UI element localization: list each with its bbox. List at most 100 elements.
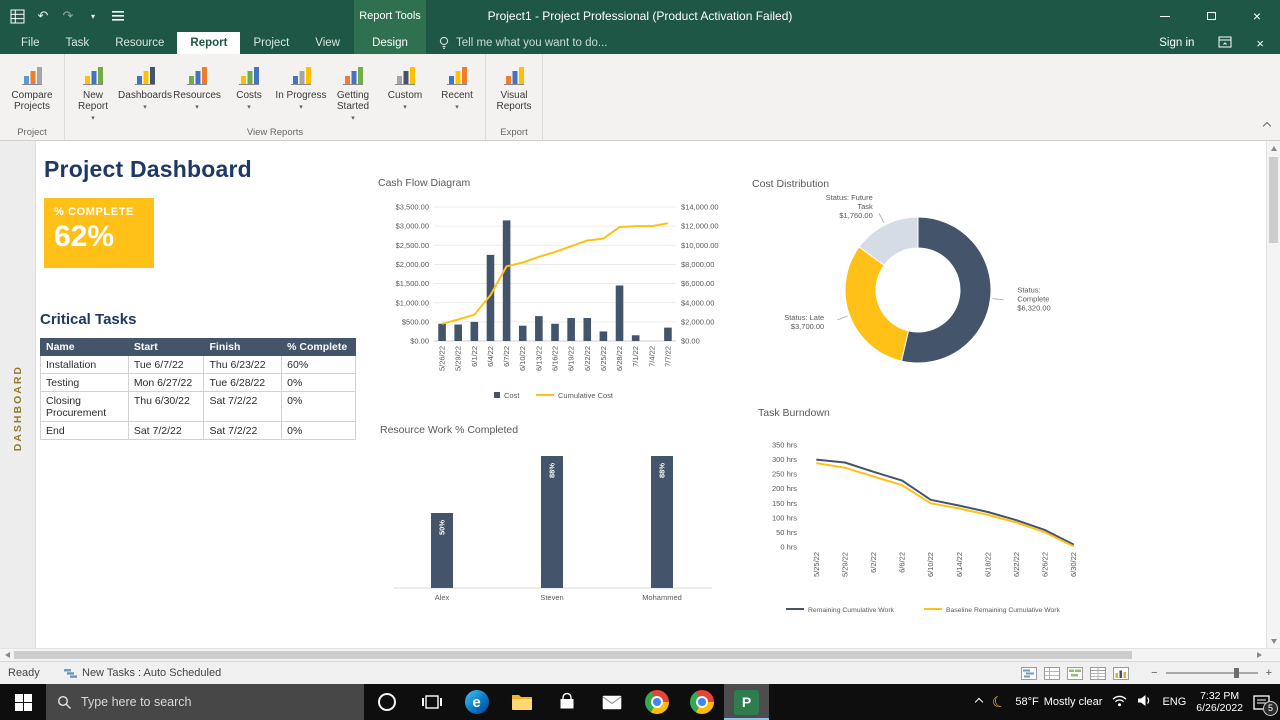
chevron-down-icon[interactable]: ▾ (86, 8, 100, 24)
taskbar-search[interactable] (46, 684, 364, 720)
gantt-chart-view-icon[interactable] (1020, 665, 1038, 681)
undo-icon[interactable]: ↶ (36, 8, 50, 24)
vertical-scroll-thumb[interactable] (1269, 157, 1278, 243)
tab-project[interactable]: Project (240, 32, 302, 54)
critical-tasks-table[interactable]: Name Start Finish% Complete Installation Tu… (40, 338, 356, 440)
resource-work-chart[interactable]: Resource Work % Completed 50% Alex 88% Stev… (378, 424, 724, 627)
close-ribbon-icon[interactable]: × (1256, 36, 1264, 51)
svg-text:6/4/22: 6/4/22 (486, 346, 495, 367)
scroll-right-icon[interactable] (1252, 649, 1266, 661)
taskbar-app-project[interactable] (724, 684, 769, 720)
taskbar-clock[interactable]: 7:32 PM 6/26/2022 (1196, 690, 1243, 715)
ribbon-button-visual-reports[interactable]: Visual Reports (488, 57, 540, 119)
app-icon[interactable] (10, 8, 25, 24)
ribbon-button-new-report[interactable]: New Report ▾ (67, 57, 119, 124)
tab-report[interactable]: Report (177, 32, 241, 54)
taskbar-app-chrome-2[interactable] (679, 684, 724, 720)
collapse-ribbon-icon[interactable] (1262, 118, 1272, 132)
zoom-in-icon[interactable]: + (1266, 667, 1272, 679)
zoom-slider-thumb[interactable] (1233, 668, 1239, 678)
tell-me-box[interactable]: Tell me what you want to do... (438, 32, 608, 54)
cash-flow-chart[interactable]: Cash Flow Diagram $0.00 $0.00 $500.00 $2,00… (376, 177, 734, 406)
tab-file[interactable]: File (8, 32, 53, 54)
taskbar-app-chrome[interactable] (634, 684, 679, 720)
svg-text:6/22/22: 6/22/22 (1012, 552, 1021, 577)
close-button[interactable]: × (1234, 0, 1280, 32)
action-center[interactable]: 5 (1253, 694, 1278, 716)
zoom-slider[interactable] (1165, 668, 1258, 678)
svg-text:Cumulative Cost: Cumulative Cost (558, 391, 614, 400)
ribbon-button-recent[interactable]: Recent ▾ (431, 57, 483, 119)
ribbon-button-custom[interactable]: Custom ▾ (379, 57, 431, 119)
ribbon-button-resources[interactable]: Resources ▾ (171, 57, 223, 119)
cost-distribution-chart[interactable]: Cost Distribution Status: Complete $6,320.… (750, 178, 1066, 391)
restore-button[interactable] (1188, 0, 1234, 32)
new-tasks-mode[interactable]: New Tasks : Auto Scheduled (64, 667, 221, 679)
weather-widget[interactable]: 58°F Mostly clear (1015, 696, 1102, 708)
sign-in-link[interactable]: Sign in (1159, 37, 1194, 49)
scroll-left-icon[interactable] (0, 649, 14, 661)
taskbar-app-task-view[interactable] (409, 684, 454, 720)
svg-text:6/16/22: 6/16/22 (551, 346, 560, 371)
show-hidden-icons[interactable] (974, 696, 984, 708)
table-cell: Tue 6/7/22 (127, 355, 205, 374)
volume-icon[interactable] (1137, 694, 1152, 710)
edge-icon (464, 690, 489, 714)
search-input[interactable] (81, 695, 353, 709)
ribbon-display-options-icon[interactable] (1218, 36, 1232, 51)
tab-resource[interactable]: Resource (102, 32, 177, 54)
tab-row-right: Sign in × (1159, 32, 1280, 54)
ribbon-button-in-progress[interactable]: In Progress ▾ (275, 57, 327, 119)
tab-view[interactable]: View (302, 32, 353, 54)
ribbon-button-compare-projects[interactable]: Compare Projects (2, 57, 62, 119)
svg-text:$6,000.00: $6,000.00 (681, 279, 714, 288)
svg-text:7/1/22: 7/1/22 (631, 346, 640, 367)
project-app-icon (734, 689, 759, 715)
svg-text:$8,000.00: $8,000.00 (681, 260, 714, 269)
taskbar-app-edge[interactable] (454, 684, 499, 720)
table-cell: Testing (40, 373, 129, 392)
customize-quick-access-icon[interactable] (111, 8, 125, 24)
ribbon-button-getting-started[interactable]: Getting Started ▾ (327, 57, 379, 124)
table-cell: Closing Procurement (40, 391, 129, 422)
percent-complete-card[interactable]: % COMPLETE 62% (44, 198, 154, 268)
minimize-button[interactable] (1142, 0, 1188, 32)
team-planner-view-icon[interactable] (1066, 665, 1084, 681)
ribbon-button-dashboards[interactable]: Dashboards ▾ (118, 57, 172, 119)
horizontal-scroll-thumb[interactable] (14, 651, 1132, 659)
redo-icon[interactable]: ↷ (61, 8, 75, 24)
ribbon-button-label: Compare Projects (11, 90, 53, 112)
task-burndown-chart[interactable]: Task Burndown 0 hrs 50 hrs 100 hrs 150 hrs 2… (756, 407, 1108, 620)
network-icon[interactable] (1112, 695, 1127, 710)
dropdown-arrow-icon: ▾ (403, 104, 407, 111)
file-explorer-icon (511, 695, 532, 710)
svg-text:Mohammed: Mohammed (642, 593, 682, 602)
taskbar-app-store[interactable] (544, 684, 589, 720)
mail-icon (602, 695, 621, 709)
taskbar-app-cortana[interactable] (364, 684, 409, 720)
language-indicator[interactable]: ENG (1162, 696, 1186, 708)
ribbon-button-label: Dashboards (118, 90, 172, 101)
svg-text:$1,000.00: $1,000.00 (396, 298, 429, 307)
zoom-out-icon[interactable]: − (1151, 667, 1157, 679)
dashboards-icon (133, 60, 157, 87)
scroll-down-icon[interactable] (1267, 634, 1280, 648)
ribbon-button-costs[interactable]: Costs ▾ (223, 57, 275, 119)
scroll-up-icon[interactable] (1267, 141, 1280, 155)
report-view-icon[interactable] (1112, 665, 1130, 681)
svg-text:$1,760.00: $1,760.00 (839, 211, 872, 220)
task-usage-view-icon[interactable] (1043, 665, 1061, 681)
ribbon: Compare Projects Project New Report ▾ Dashbo… (0, 54, 1280, 141)
taskbar-app-file-explorer[interactable] (499, 684, 544, 720)
tab-task[interactable]: Task (53, 32, 103, 54)
tab-design[interactable]: Design (354, 32, 426, 54)
store-icon (560, 692, 573, 709)
resource-sheet-view-icon[interactable] (1089, 665, 1107, 681)
vertical-scrollbar[interactable] (1266, 141, 1280, 648)
horizontal-scrollbar[interactable] (0, 648, 1280, 661)
svg-text:$14,000.00: $14,000.00 (681, 203, 719, 212)
svg-text:Task: Task (857, 202, 873, 211)
start-button[interactable] (0, 684, 46, 720)
taskbar-app-mail[interactable] (589, 684, 634, 720)
chart-title: Cash Flow Diagram (378, 177, 471, 189)
